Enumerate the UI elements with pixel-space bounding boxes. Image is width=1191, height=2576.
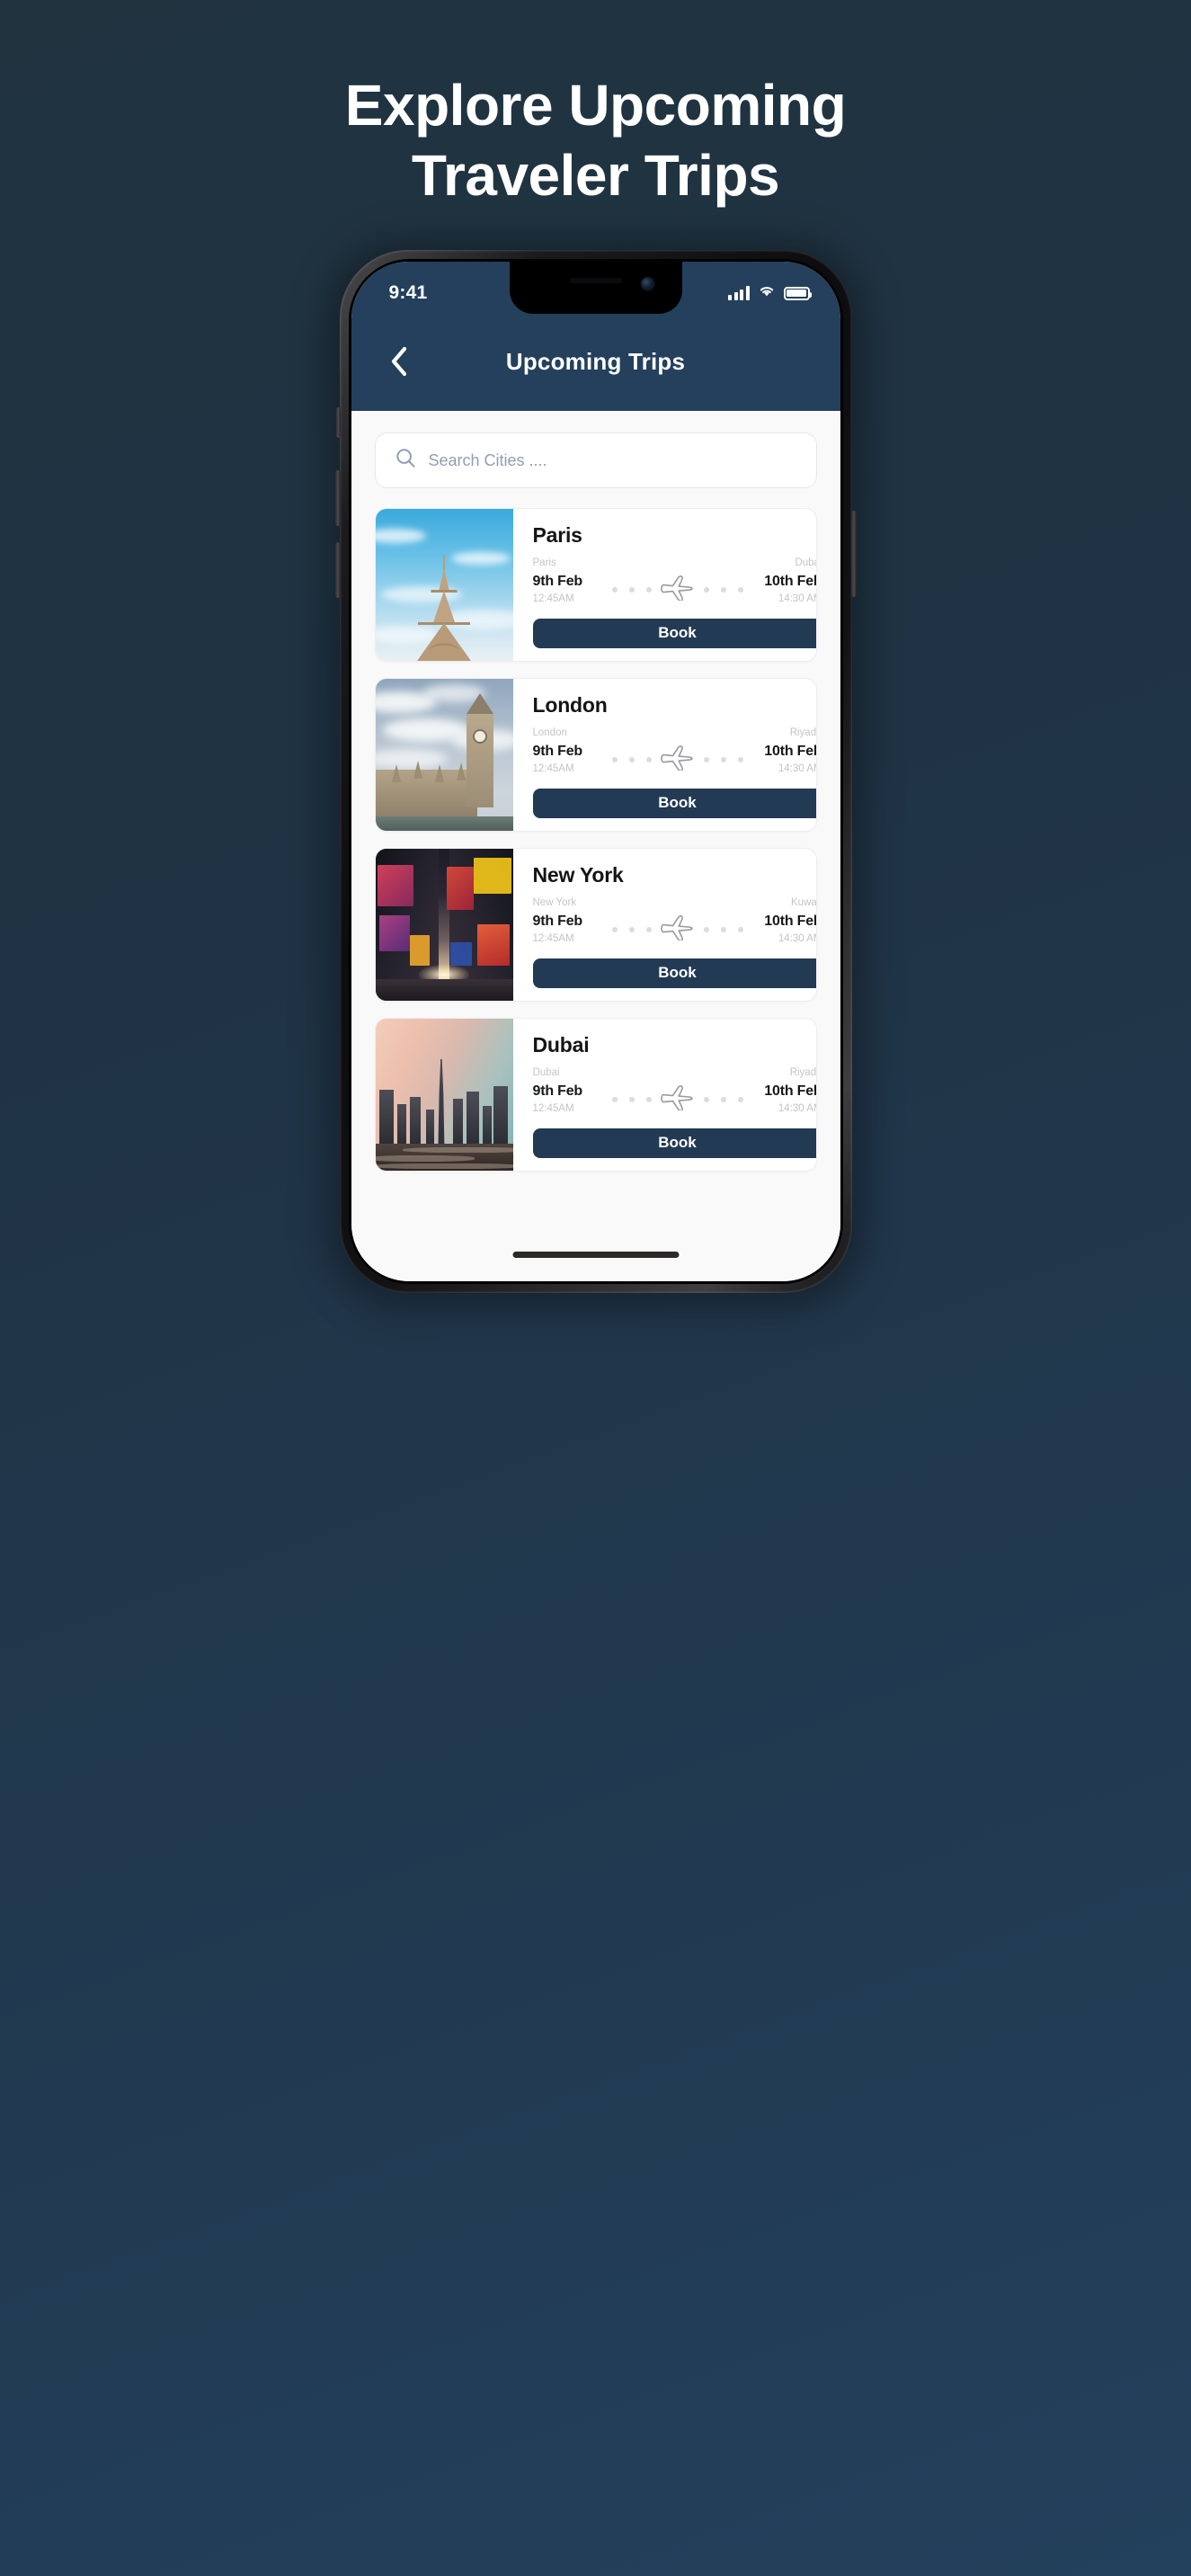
airplane-icon [660, 914, 695, 945]
phone-notch [509, 262, 682, 314]
route-dots-left [611, 1096, 652, 1102]
origin-city: Dubai [532, 1067, 560, 1078]
trip-thumbnail-london [375, 679, 513, 831]
trip-city: Paris [532, 523, 582, 547]
origin-city: Paris [532, 557, 556, 568]
route-path [611, 1065, 743, 1115]
route-destination: Riyadh 10th Feb 14:30 AM [743, 726, 817, 778]
earpiece-speaker [569, 278, 622, 283]
origin-time: 12:45AM [532, 1103, 574, 1115]
origin-city: New York [532, 897, 577, 908]
origin-time: 12:45AM [532, 933, 574, 945]
destination-time: 14:30 AM [778, 763, 816, 775]
route-destination: Riyadh 10th Feb 14:30 AM [743, 1065, 817, 1118]
volume-up-button[interactable] [334, 470, 341, 526]
route-destination: Dubai 10th Feb 14:30 AM [743, 556, 817, 608]
hero-line-1: Explore Upcoming [344, 73, 847, 138]
search-icon [396, 448, 416, 473]
origin-time: 12:45AM [532, 593, 574, 605]
route-path [611, 556, 743, 605]
route-dots-right [703, 586, 743, 593]
trip-route: Dubai 9th Feb 12:45AM Riyad 10th Feb 14:… [533, 1065, 817, 1118]
trip-route: London 9th Feb 12:45AM Riyad 10th Feb 14… [533, 726, 817, 778]
trip-thumbnail-new-york [375, 849, 513, 1001]
app-content: Paris Paris 9th Feb 12:45AM [351, 411, 840, 1281]
route-path [611, 726, 743, 775]
origin-date: 9th Feb [532, 574, 583, 590]
home-indicator[interactable] [512, 1252, 679, 1258]
destination-date: 10th Feb [764, 1083, 817, 1100]
trip-city: New York [532, 863, 624, 887]
trip-city: London [532, 693, 608, 717]
airplane-icon [660, 744, 695, 775]
destination-city: Riyadh [789, 1067, 817, 1078]
route-dots-left [611, 926, 652, 932]
route-origin: Dubai 9th Feb 12:45AM [533, 1065, 612, 1118]
trip-card[interactable]: Dubai Dubai 9th Feb 12:45AM Riyad 10th F… [374, 1018, 817, 1172]
origin-date: 9th Feb [532, 914, 583, 930]
destination-city: Riyadh [789, 727, 817, 738]
origin-date: 9th Feb [532, 744, 583, 760]
book-button[interactable]: Book [532, 958, 816, 988]
hero-heading: Explore Upcoming Traveler Trips [0, 0, 1191, 210]
route-origin: London 9th Feb 12:45AM [533, 726, 612, 778]
front-camera-icon [641, 278, 653, 290]
route-origin: New York 9th Feb 12:45AM [533, 896, 612, 948]
trip-thumbnail-dubai [375, 1019, 513, 1171]
back-button[interactable] [378, 341, 420, 382]
chevron-left-icon [389, 346, 409, 377]
route-dots-left [611, 586, 652, 593]
trip-card[interactable]: Paris Paris 9th Feb 12:45AM Dub 10th Feb… [374, 508, 817, 662]
power-button[interactable] [850, 511, 857, 597]
route-path [611, 896, 743, 945]
search-input[interactable] [428, 450, 796, 470]
page-title: Upcoming Trips [505, 347, 686, 375]
phone-mockup: 9:41 Upcoming Trips Search Cities .... P… [330, 245, 861, 1306]
book-button[interactable]: Book [532, 1128, 816, 1158]
route-dots-right [703, 926, 743, 932]
origin-city: London [532, 727, 567, 738]
route-dots-right [703, 756, 743, 762]
airplane-icon [660, 1083, 695, 1115]
volume-down-button[interactable] [334, 542, 341, 598]
route-origin: Paris 9th Feb 12:45AM [533, 556, 612, 608]
phone-frame: 9:41 Upcoming Trips Search Cities .... P… [334, 250, 857, 1293]
search-bar[interactable] [374, 432, 817, 488]
trip-card[interactable]: London London 9th Feb 12:45AM Riyad 10th… [374, 678, 817, 832]
status-icons [728, 284, 812, 302]
destination-date: 10th Feb [764, 744, 817, 760]
battery-full-icon [783, 286, 812, 300]
airplane-icon [660, 574, 695, 605]
route-dots-right [703, 1096, 743, 1102]
status-time: 9:41 [388, 282, 428, 303]
app-header: Upcoming Trips [351, 312, 840, 411]
trip-card[interactable]: New York New York 9th Feb 12:45AM Kuwa 1… [374, 848, 817, 1002]
route-dots-left [611, 756, 652, 762]
trip-route: Paris 9th Feb 12:45AM Dub 10th Feb 14:30… [533, 556, 817, 608]
trip-thumbnail-paris [375, 509, 513, 661]
route-destination: Kuwait 10th Feb 14:30 AM [743, 896, 817, 948]
destination-time: 14:30 AM [778, 1103, 816, 1115]
origin-date: 9th Feb [532, 1083, 583, 1100]
cellular-bars-icon [728, 286, 750, 300]
destination-city: Dubai [795, 557, 815, 568]
hero-line-2: Traveler Trips [411, 143, 780, 209]
silent-switch[interactable] [335, 407, 341, 438]
destination-date: 10th Feb [764, 574, 817, 590]
destination-time: 14:30 AM [778, 933, 816, 945]
book-button[interactable]: Book [532, 618, 816, 648]
trip-route: New York 9th Feb 12:45AM Kuwa 10th Feb 1… [533, 896, 817, 948]
origin-time: 12:45AM [532, 763, 574, 775]
destination-time: 14:30 AM [778, 593, 816, 605]
destination-date: 10th Feb [764, 914, 817, 930]
trip-city: Dubai [532, 1033, 590, 1056]
wifi-icon [758, 284, 776, 302]
destination-city: Kuwait [790, 897, 817, 908]
phone-screen: 9:41 Upcoming Trips Search Cities .... P… [351, 262, 840, 1281]
book-button[interactable]: Book [532, 788, 816, 818]
